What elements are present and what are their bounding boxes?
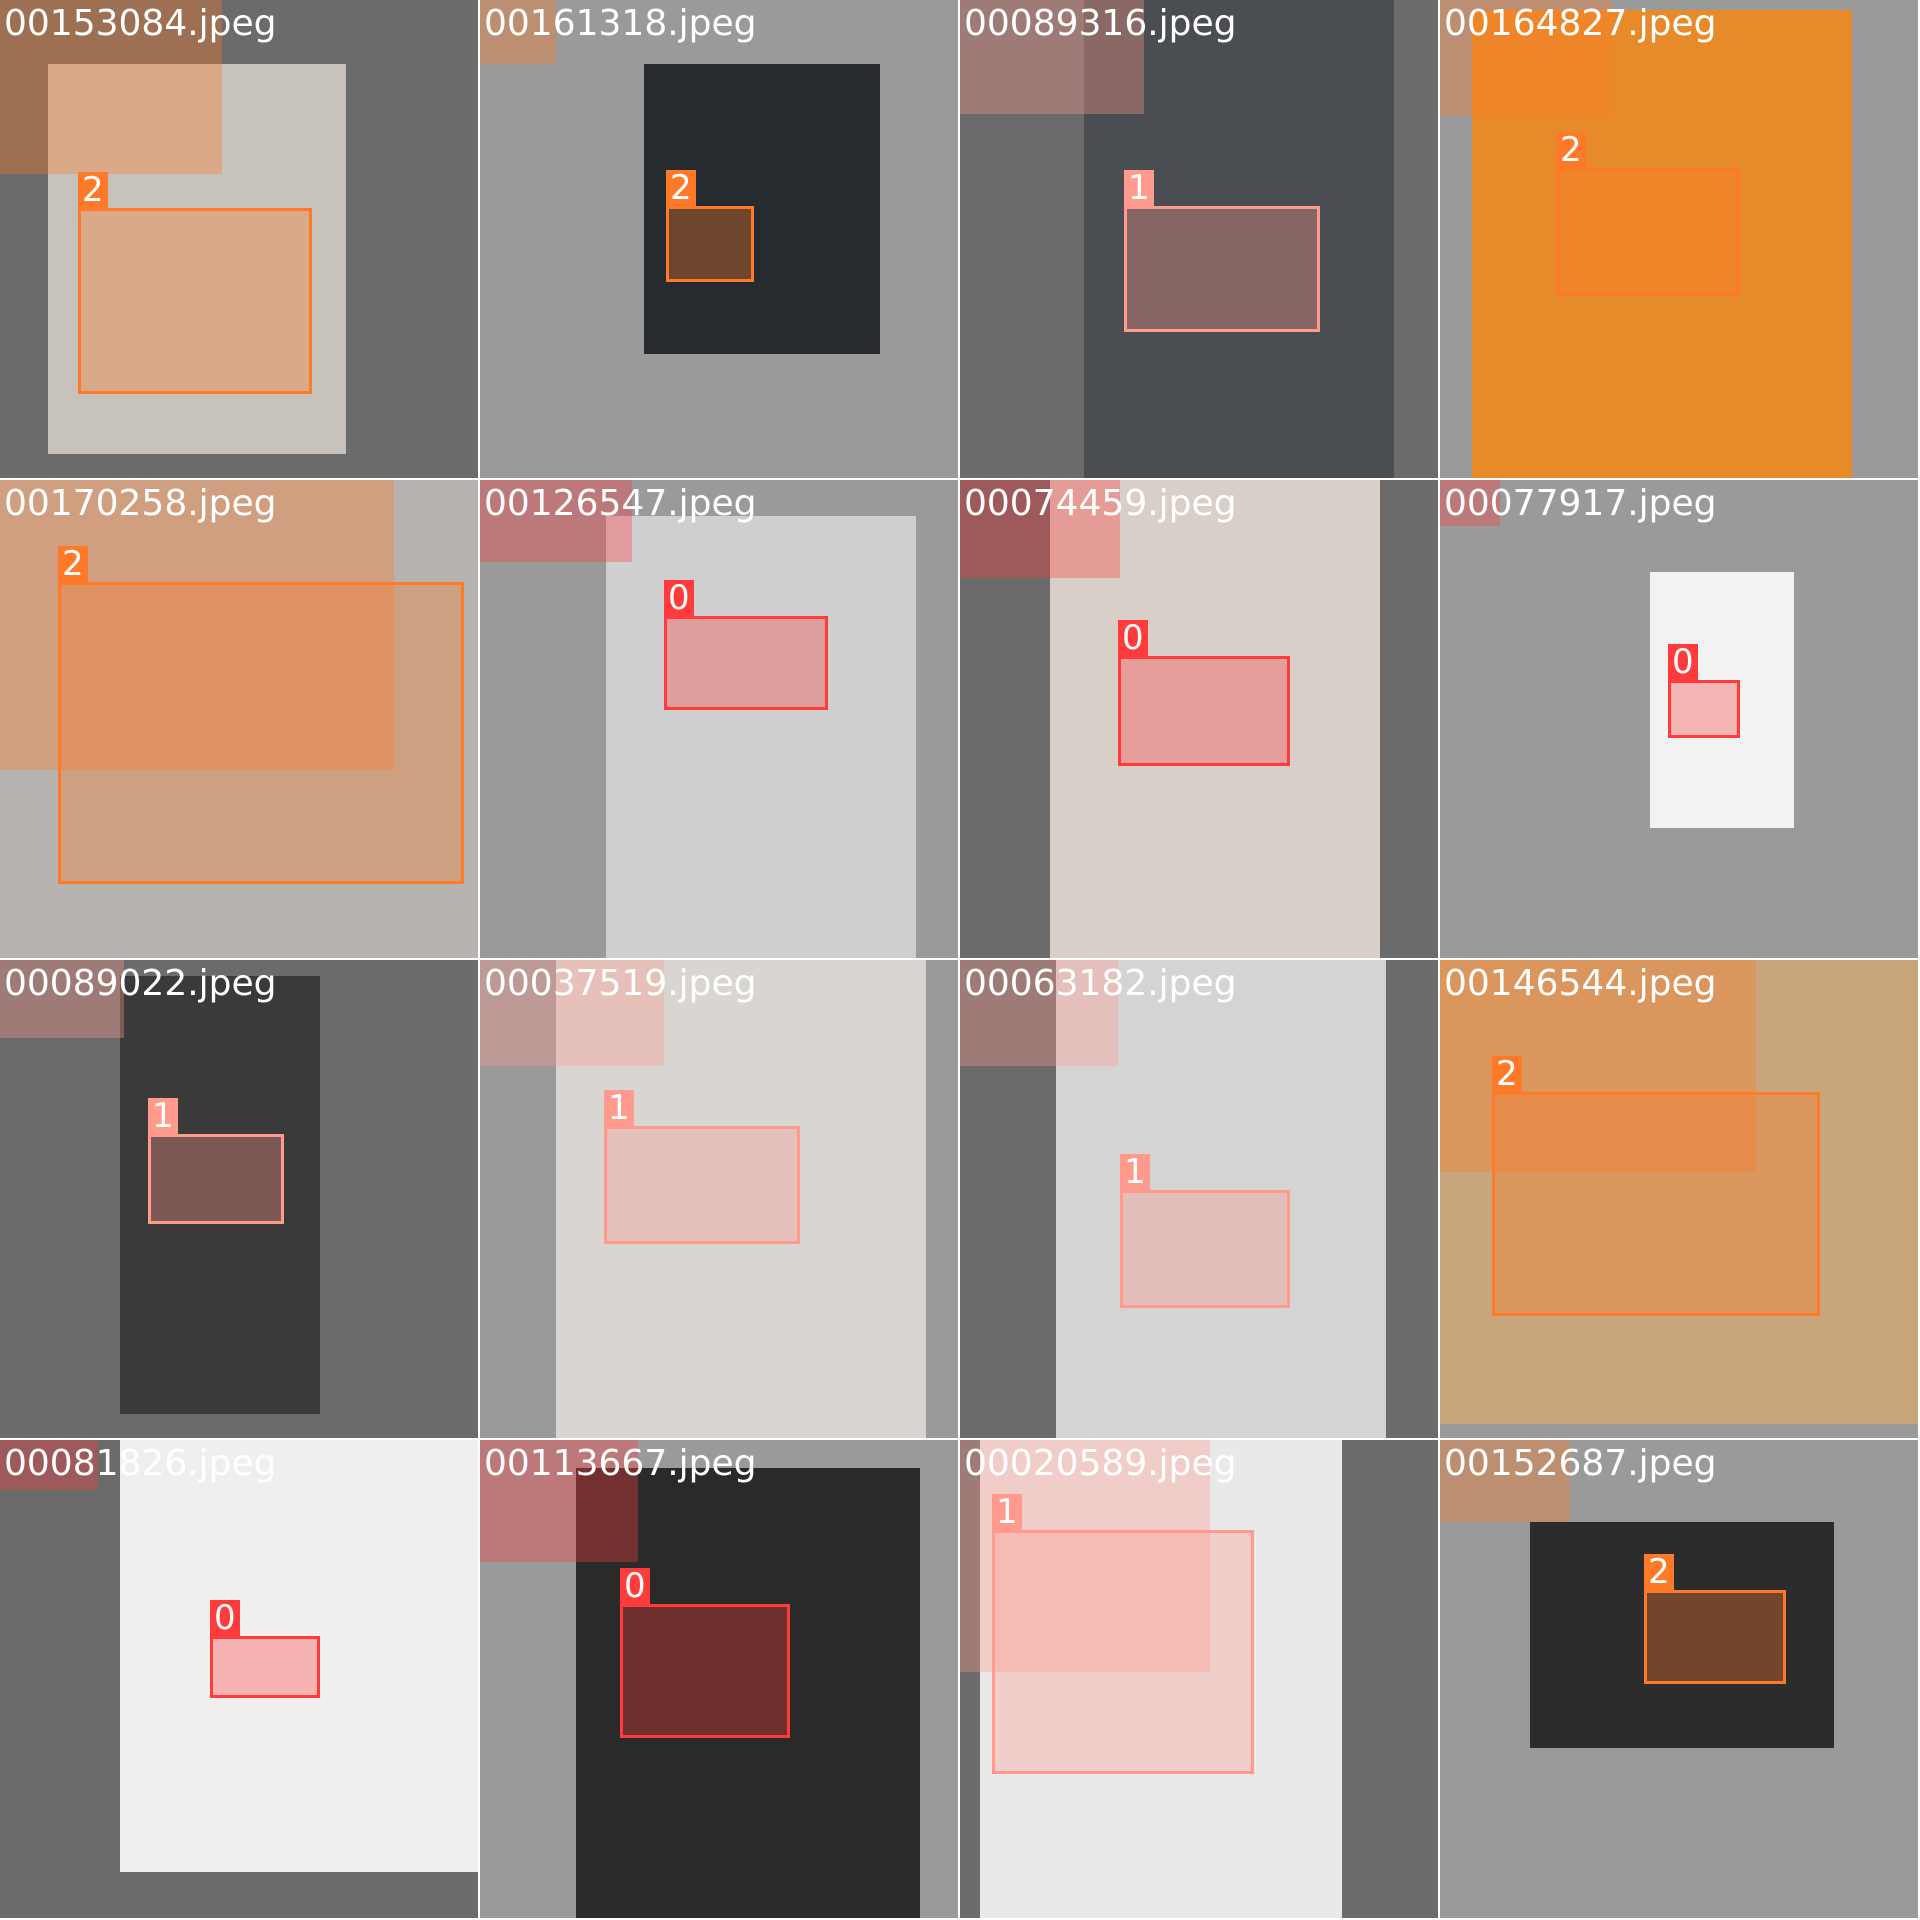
tile-filename: 00089022.jpeg bbox=[4, 963, 277, 1004]
detection-box bbox=[1492, 1092, 1820, 1316]
mosaic-tile: 1 00089022.jpeg bbox=[0, 960, 478, 1438]
class-label: 0 bbox=[1118, 620, 1148, 656]
detection-box bbox=[78, 208, 312, 394]
detection-box bbox=[604, 1126, 800, 1244]
mosaic-tile: 2 00146544.jpeg bbox=[1440, 960, 1918, 1438]
detection-box bbox=[210, 1636, 320, 1698]
class-label: 2 bbox=[58, 546, 88, 582]
detection-box bbox=[1120, 1190, 1290, 1308]
mosaic-tile: 1 00020589.jpeg bbox=[960, 1440, 1438, 1918]
tile-filename: 00153084.jpeg bbox=[4, 3, 277, 44]
detection-box bbox=[1124, 206, 1320, 332]
mosaic-tile: 1 00089316.jpeg bbox=[960, 0, 1438, 478]
class-label: 1 bbox=[1120, 1154, 1150, 1190]
mosaic-tile: 2 00152687.jpeg bbox=[1440, 1440, 1918, 1918]
mosaic-tile: 0 00113667.jpeg bbox=[480, 1440, 958, 1918]
mosaic-tile: 2 00161318.jpeg bbox=[480, 0, 958, 478]
detection-box bbox=[148, 1134, 284, 1224]
class-label: 0 bbox=[664, 580, 694, 616]
class-label: 1 bbox=[604, 1090, 634, 1126]
class-label: 1 bbox=[992, 1494, 1022, 1530]
detection-box bbox=[1644, 1590, 1786, 1684]
mosaic-tile: 1 00037519.jpeg bbox=[480, 960, 958, 1438]
detection-box bbox=[1118, 656, 1290, 766]
tile-filename: 00077917.jpeg bbox=[1444, 483, 1717, 524]
class-label: 2 bbox=[1492, 1056, 1522, 1092]
class-label: 2 bbox=[78, 172, 108, 208]
class-label: 0 bbox=[210, 1600, 240, 1636]
mosaic-tile: 0 00077917.jpeg bbox=[1440, 480, 1918, 958]
tile-filename: 00164827.jpeg bbox=[1444, 3, 1717, 44]
detection-box bbox=[620, 1604, 790, 1738]
mosaic-tile: 0 00081826.jpeg bbox=[0, 1440, 478, 1918]
detection-box bbox=[58, 582, 464, 884]
tile-filename: 00063182.jpeg bbox=[964, 963, 1237, 1004]
class-label: 2 bbox=[666, 170, 696, 206]
detection-box bbox=[1668, 680, 1740, 738]
tile-filename: 00037519.jpeg bbox=[484, 963, 757, 1004]
class-label: 0 bbox=[620, 1568, 650, 1604]
mosaic-tile: 2 00153084.jpeg bbox=[0, 0, 478, 478]
mosaic-tile: 0 00074459.jpeg bbox=[960, 480, 1438, 958]
detection-box bbox=[666, 206, 754, 282]
tile-filename: 00146544.jpeg bbox=[1444, 963, 1717, 1004]
class-label: 1 bbox=[1124, 170, 1154, 206]
mosaic-grid: 2 00153084.jpeg 2 00161318.jpeg 1 00089316.jp… bbox=[0, 0, 1920, 1920]
detection-box bbox=[992, 1530, 1254, 1774]
detection-box bbox=[1556, 168, 1740, 296]
detection-box bbox=[664, 616, 828, 710]
mosaic-tile: 0 00126547.jpeg bbox=[480, 480, 958, 958]
class-label: 2 bbox=[1556, 132, 1586, 168]
tile-filename: 00113667.jpeg bbox=[484, 1443, 757, 1484]
mosaic-tile: 1 00063182.jpeg bbox=[960, 960, 1438, 1438]
class-label: 0 bbox=[1668, 644, 1698, 680]
tile-filename: 00161318.jpeg bbox=[484, 3, 757, 44]
tile-filename: 00126547.jpeg bbox=[484, 483, 757, 524]
tile-filename: 00081826.jpeg bbox=[4, 1443, 277, 1484]
tile-filename: 00020589.jpeg bbox=[964, 1443, 1237, 1484]
tile-filename: 00074459.jpeg bbox=[964, 483, 1237, 524]
tile-photo bbox=[606, 516, 916, 958]
mosaic-tile: 2 00164827.jpeg bbox=[1440, 0, 1918, 478]
class-label: 1 bbox=[148, 1098, 178, 1134]
tile-filename: 00170258.jpeg bbox=[4, 483, 277, 524]
tile-filename: 00089316.jpeg bbox=[964, 3, 1237, 44]
tile-filename: 00152687.jpeg bbox=[1444, 1443, 1717, 1484]
class-label: 2 bbox=[1644, 1554, 1674, 1590]
mosaic-tile: 2 00170258.jpeg bbox=[0, 480, 478, 958]
